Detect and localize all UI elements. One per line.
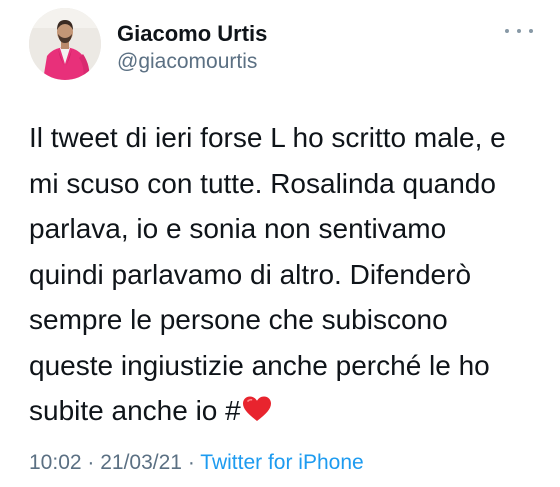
tweet-time[interactable]: 10:02 [29,451,82,474]
tweet-line: parlava, io e sonia non sentivamo [29,213,447,244]
more-dot [517,29,521,33]
tweet-meta: 10:02 · 21/03/21 · Twitter for iPhone [29,450,364,476]
tweet-line: Il tweet di ieri forse L ho scritto male… [29,122,506,153]
tweet-date[interactable]: 21/03/21 [100,451,182,474]
author-display-name[interactable]: Giacomo Urtis [117,21,267,47]
tweet-card: Giacomo Urtis @giacomourtis Il tweet di … [0,0,560,487]
avatar[interactable] [29,8,101,80]
author-handle[interactable]: @giacomourtis [117,49,257,75]
meta-separator: · [181,451,201,474]
more-dot [505,29,509,33]
tweet-line: subite anche io # [29,395,241,426]
tweet-line: queste ingiustizie anche perché le ho [29,349,490,381]
profile-photo-icon [29,8,101,80]
tweet-text: Il tweet di ieri forse L ho scritto male… [29,115,549,434]
more-icon[interactable] [505,22,533,40]
more-dot [529,29,533,33]
tweet-line: quindi parlavamo di altro. Difenderò [29,258,472,290]
tweet-source-link[interactable]: Twitter for iPhone [200,451,363,474]
red-heart-icon [242,396,271,421]
meta-separator: · [81,451,101,474]
tweet-line: mi scuso con tutte. Rosalinda quando [29,167,496,199]
tweet-line: sempre le persone che subiscono [29,304,448,335]
